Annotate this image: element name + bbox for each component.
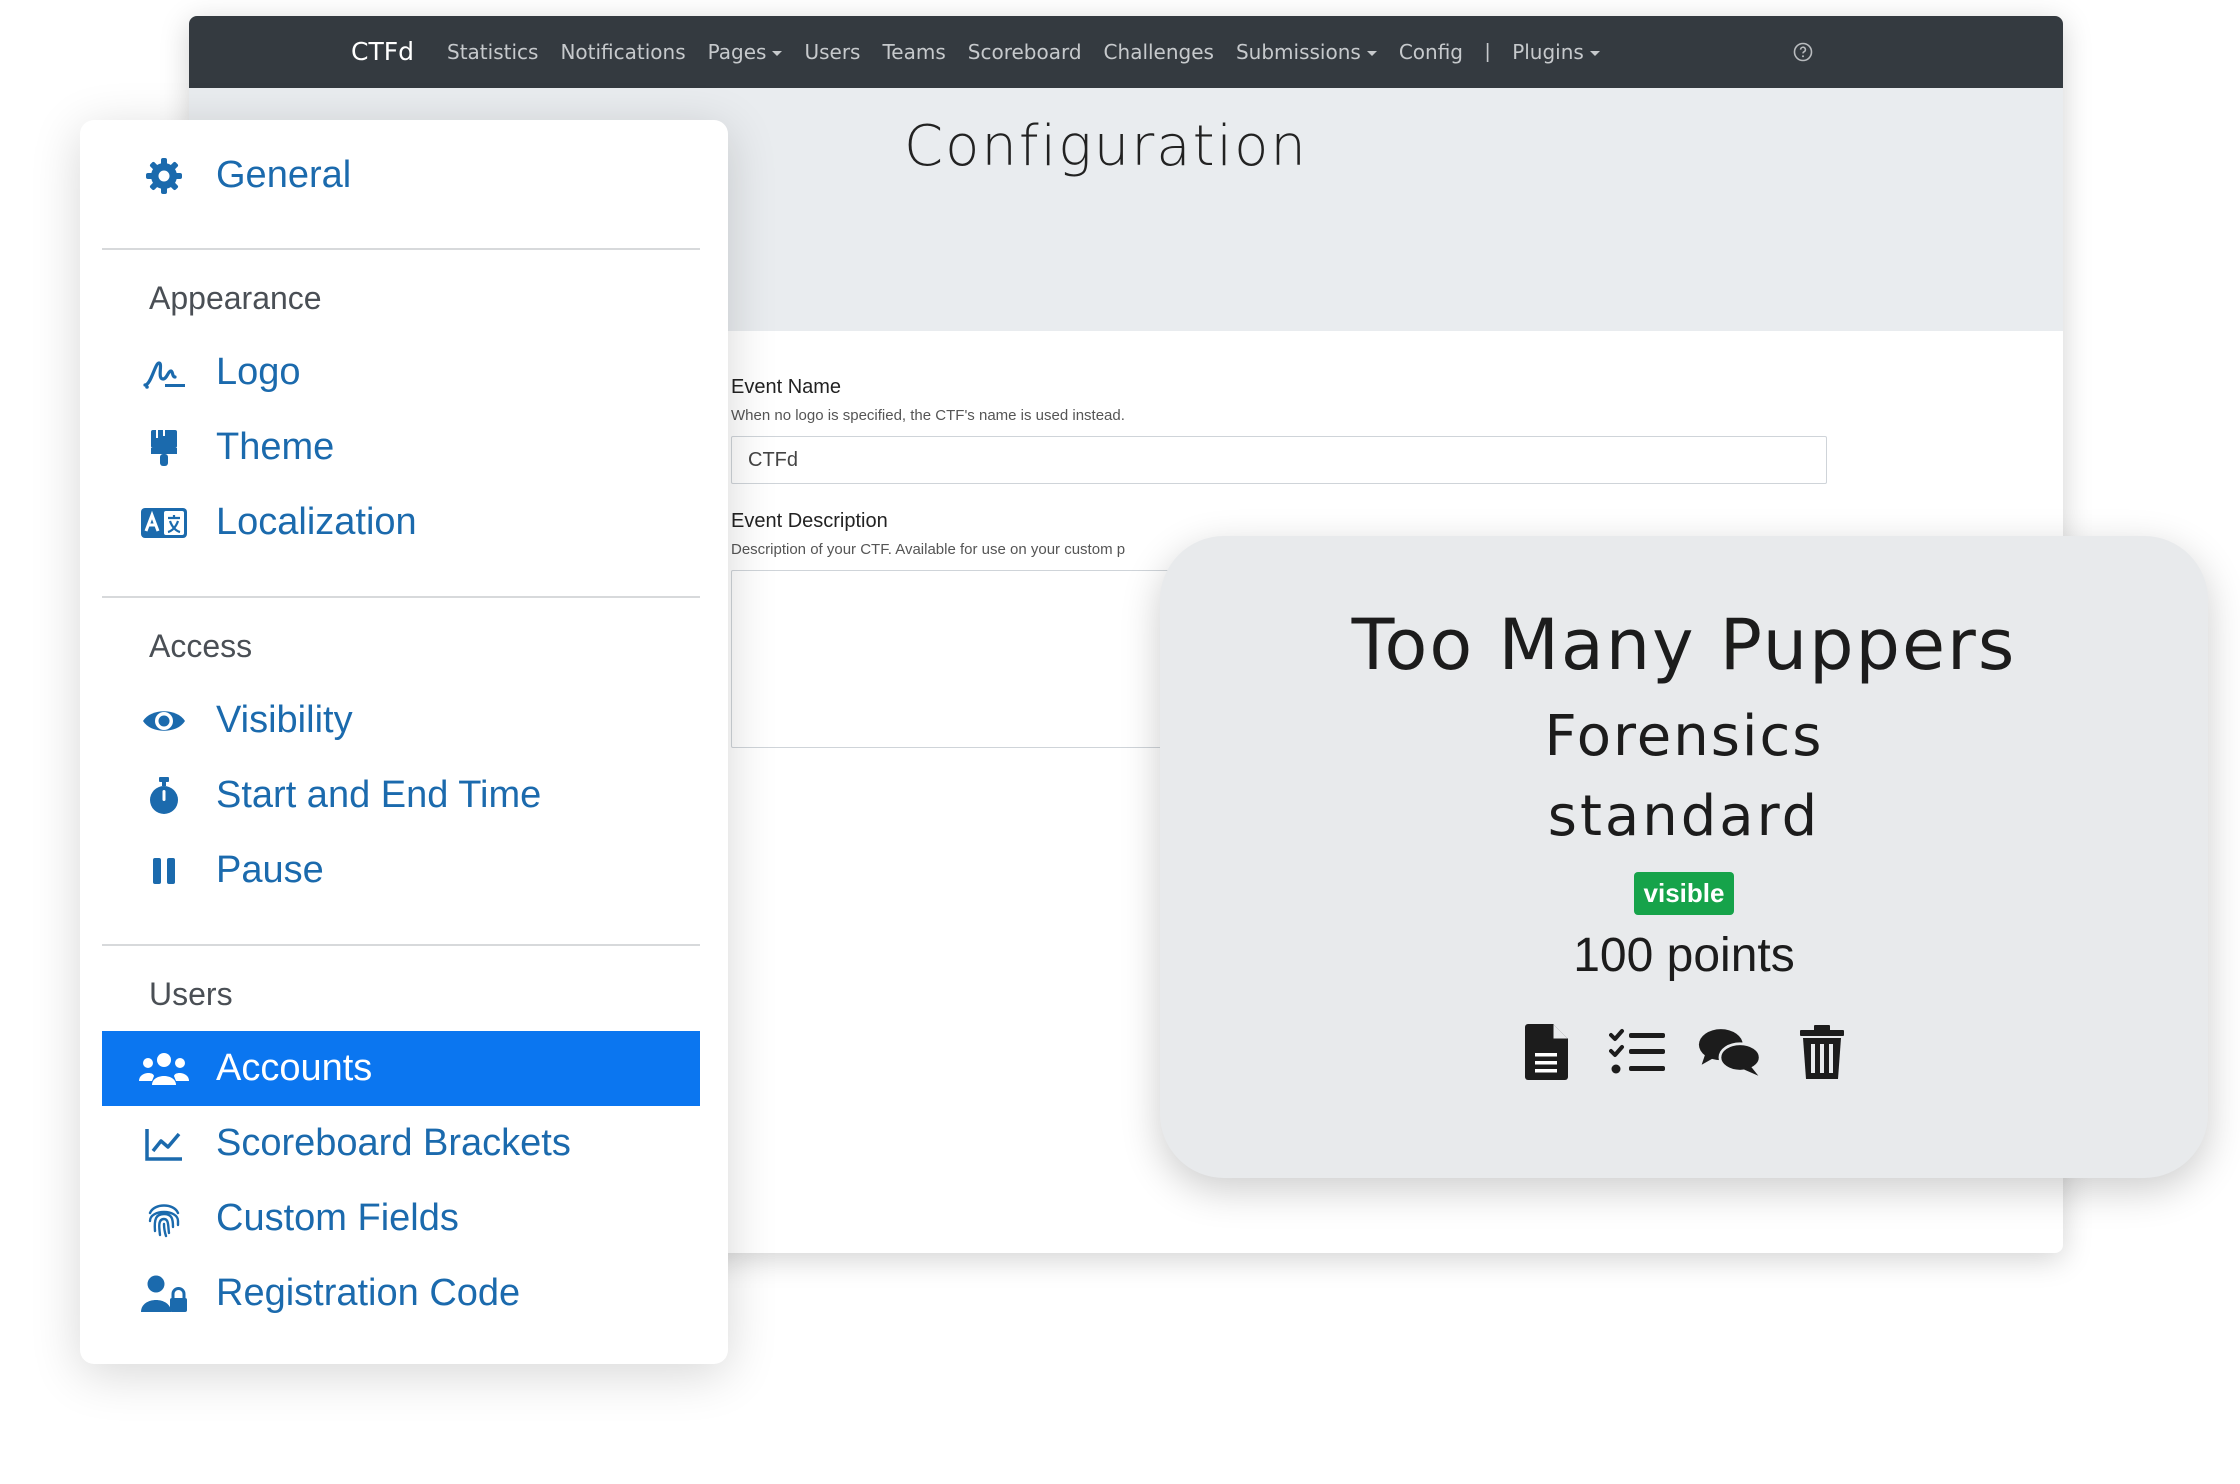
nav-teams[interactable]: Teams (882, 40, 945, 64)
caret-down-icon (1366, 51, 1377, 56)
question-circle-icon[interactable] (1793, 42, 1813, 62)
sidebar-item-theme[interactable]: Theme (102, 410, 700, 485)
language-icon (138, 501, 190, 545)
sidebar-item-general[interactable]: General (102, 138, 700, 213)
paint-brush-icon (138, 426, 190, 470)
eye-icon (138, 699, 190, 743)
event-name-help: When no logo is specified, the CTF's nam… (731, 407, 1125, 424)
nav-pages[interactable]: Pages (708, 40, 783, 64)
sidebar-item-registration-code[interactable]: Registration Code (102, 1256, 700, 1331)
sidebar-item-label: Pause (216, 849, 324, 891)
sidebar-item-localization[interactable]: Localization (102, 485, 700, 560)
sidebar-item-label: Registration Code (216, 1272, 521, 1314)
tasks-icon[interactable] (1606, 1020, 1670, 1084)
state-badge-wrap: visible (1160, 872, 2208, 915)
section-heading-appearance: Appearance (149, 280, 322, 316)
trash-icon[interactable] (1790, 1020, 1854, 1084)
status-badge: visible (1633, 872, 1735, 915)
sidebar-item-custom-fields[interactable]: Custom Fields (102, 1181, 700, 1256)
sidebar-item-label: Custom Fields (216, 1197, 459, 1239)
sidebar-divider (102, 596, 700, 598)
event-description-label: Event Description (731, 510, 888, 532)
caret-down-icon (772, 51, 783, 56)
fingerprint-icon (138, 1197, 190, 1241)
sidebar-item-logo[interactable]: Logo (102, 335, 700, 410)
gear-icon (138, 154, 190, 198)
signature-icon (138, 351, 190, 395)
sidebar-item-label: General (216, 154, 352, 196)
challenge-points: 100 points (1573, 929, 1795, 982)
nav-statistics[interactable]: Statistics (447, 40, 538, 64)
sidebar-divider (102, 248, 700, 250)
pause-icon (138, 849, 190, 893)
caret-down-icon (1589, 51, 1600, 56)
event-name-input[interactable]: CTFd (731, 436, 1827, 484)
nav-links: Statistics Notifications Pages Users Tea… (447, 16, 1622, 88)
nav-scoreboard[interactable]: Scoreboard (968, 40, 1082, 64)
user-lock-icon (138, 1272, 190, 1316)
sidebar-item-pause[interactable]: Pause (102, 833, 700, 908)
sidebar-item-label: Logo (216, 351, 301, 393)
nav-config[interactable]: Config (1399, 40, 1463, 64)
nav-plugins[interactable]: Plugins (1512, 40, 1600, 64)
sidebar-item-visibility[interactable]: Visibility (102, 683, 700, 758)
section-heading-access: Access (149, 628, 253, 664)
line-chart-icon (138, 1122, 190, 1166)
stopwatch-icon (138, 774, 190, 818)
page-title: Configuration (904, 114, 1308, 179)
sidebar-item-label: Scoreboard Brackets (216, 1122, 571, 1164)
sidebar-item-scoreboard-brackets[interactable]: Scoreboard Brackets (102, 1106, 700, 1181)
nav-users[interactable]: Users (804, 40, 860, 64)
challenge-actions (1160, 1020, 2208, 1084)
sidebar-divider (102, 944, 700, 946)
sidebar-item-label: Accounts (216, 1047, 373, 1089)
users-icon (138, 1047, 190, 1091)
file-icon[interactable] (1514, 1020, 1578, 1084)
event-name-label: Event Name (731, 376, 842, 398)
nav-submissions[interactable]: Submissions (1236, 40, 1377, 64)
sidebar-item-label: Theme (216, 426, 335, 468)
nav-challenges[interactable]: Challenges (1104, 40, 1214, 64)
config-sidebar: General Appearance Logo Theme Localizati… (80, 120, 728, 1364)
sidebar-item-label: Start and End Time (216, 774, 542, 816)
brand-logo[interactable]: CTFd (351, 16, 414, 88)
sidebar-item-start-end-time[interactable]: Start and End Time (102, 758, 700, 833)
nav-notifications[interactable]: Notifications (560, 40, 685, 64)
challenge-name: Too Many Puppers (1351, 604, 2017, 686)
sidebar-item-label: Visibility (216, 699, 353, 741)
challenge-category: Forensics (1544, 704, 1824, 769)
challenge-type: standard (1547, 784, 1821, 849)
sidebar-item-accounts[interactable]: Accounts (102, 1031, 700, 1106)
comments-icon[interactable] (1698, 1020, 1762, 1084)
top-navbar: CTFd Statistics Notifications Pages User… (189, 16, 2063, 88)
challenge-card[interactable]: Too Many Puppers Forensics standard visi… (1160, 536, 2208, 1178)
nav-separator: | (1484, 40, 1491, 63)
section-heading-users: Users (149, 976, 233, 1012)
sidebar-item-label: Localization (216, 501, 417, 543)
